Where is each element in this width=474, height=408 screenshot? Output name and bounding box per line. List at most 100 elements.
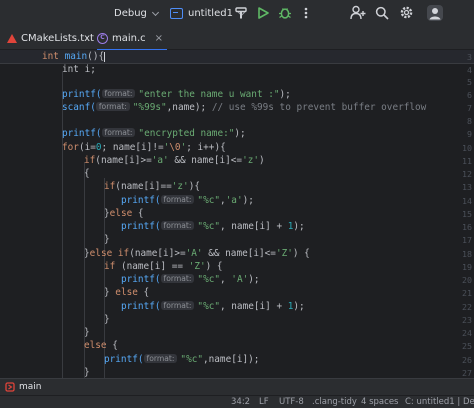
tab-label: CMakeLists.txt [21,33,94,44]
code-string: 'Z' [188,261,206,272]
code-line-if-z: if(name[i]=='z'){ [104,181,200,192]
code-function: printf( [121,274,161,285]
code-text: ) { [205,261,223,272]
debug-icon[interactable] [278,5,292,20]
code-string: "encrypted name:" [138,128,235,139]
code-string: 'z' [171,181,189,192]
code-text: ; i++){ [186,142,226,153]
line-number: 18 [462,249,472,259]
parameter-hint: format: [101,89,136,98]
code-text: ); [234,128,246,139]
run-tab-main[interactable]: main [5,382,42,392]
line-number: 16 [462,222,472,232]
code-function: printf( [62,128,102,139]
target-selector[interactable]: untitled1 [170,8,245,19]
close-tab-button[interactable]: × [155,33,163,44]
line-number: 3 [467,52,472,62]
code-keyword: if [104,181,116,192]
parameter-hint: format: [101,128,136,137]
line-number: 22 [462,302,472,312]
code-string: "%c" [197,221,220,232]
code-line-else-2: } else { [104,287,149,298]
sticky-code: int main(){ [42,51,106,62]
code-line-close-4: } [84,367,90,378]
add-user-icon[interactable] [350,5,366,20]
code-keyword: if [117,248,130,259]
code-function: printf( [121,301,161,312]
code-string: 'A' [185,248,203,259]
code-escape: \0 [169,142,181,153]
code-string: "%c" [180,354,203,365]
target-label: untitled1 [188,8,233,19]
hammer-icon[interactable] [234,6,248,20]
indent-setting[interactable]: 4 spaces [361,397,398,407]
code-string: 'a' [225,195,243,206]
code-text: , name[i] + [220,221,288,232]
user-avatar-icon[interactable] [426,4,444,22]
code-line-7: scanf(format: "%99s",name); // use %99s t… [62,102,426,113]
code-text: ); [293,301,305,312]
file-encoding[interactable]: UTF-8 [279,397,304,407]
code-text: ,name); [166,102,207,113]
line-number: 25 [462,341,472,351]
code-text: } [84,327,90,338]
settings-icon[interactable] [399,5,414,20]
cmake-icon [7,34,17,43]
more-icon[interactable] [304,7,308,19]
run-tool-icon [5,382,15,392]
code-text: { [84,168,90,179]
line-ending[interactable]: LF [259,397,269,407]
c-file-icon: C [97,33,108,44]
linter-config[interactable]: .clang-tidy [312,397,357,407]
editor-tab-bar: CMakeLists.txt C main.c × [0,27,474,51]
code-text: (name[i]== [115,181,172,192]
code-text: ; name[i]!= [101,142,164,153]
run-icon[interactable] [257,6,269,20]
code-comment: // use %99s to prevent buffer overflow [211,102,427,113]
line-number: 13 [462,182,472,192]
code-text: ); [248,274,260,285]
code-string: "%99s" [132,102,167,113]
code-function: printf( [121,195,161,206]
code-keyword: else [115,287,138,298]
code-line-brace: { [84,168,90,179]
run-config-selector[interactable]: Debug [114,8,159,19]
code-line-printf-a: printf(format: "%c",'a'); [121,195,254,206]
tab-cmakelists[interactable]: CMakeLists.txt [7,27,94,50]
parameter-hint: format: [160,195,195,204]
code-string: "%c" [197,195,220,206]
code-text: , name[i] + [220,301,288,312]
line-number: 17 [462,235,472,245]
code-function: printf( [121,221,161,232]
code-text: ) [259,155,265,166]
line-number: 21 [462,288,472,298]
code-text: ); [293,221,305,232]
code-text: } [104,287,116,298]
chevron-down-icon [151,8,159,16]
line-number: 9 [467,129,472,139]
caret-position[interactable]: 34:2 [231,397,250,407]
parameter-hint: format: [160,274,195,283]
code-text: } [104,234,110,245]
code-line-else-if-upper: }else if(name[i]>='A' && name[i]<='Z') { [84,248,310,259]
line-number: 14 [462,196,472,206]
run-config-label: Debug [114,8,147,19]
code-string: 'a' [151,155,169,166]
code-editor[interactable]: 4 int i; 5 6 printf(format: "enter the na… [0,50,474,378]
sticky-scope-header[interactable]: 3 int main(){ [0,50,474,64]
main-toolbar: Debug untitled1 [0,0,474,27]
code-text: && name[i]<= [202,248,276,259]
code-text: ); [279,89,291,100]
cmake-target-icon [170,8,183,19]
code-line-close-3: } [84,327,90,338]
code-text: int i; [62,64,96,75]
code-text: { [132,208,144,219]
code-string: "%c" [197,274,220,285]
tab-main-c[interactable]: C main.c × [97,27,168,51]
code-line-if-upper-z: if (name[i] == 'Z') { [104,261,223,272]
project-context[interactable]: C: untitled1 | Debu [405,397,474,407]
parameter-hint: format: [160,221,195,230]
search-icon[interactable] [375,6,389,20]
status-bar: 34:2 LF UTF-8 .clang-tidy 4 spaces C: un… [0,395,474,408]
code-text: ) { [292,248,310,259]
